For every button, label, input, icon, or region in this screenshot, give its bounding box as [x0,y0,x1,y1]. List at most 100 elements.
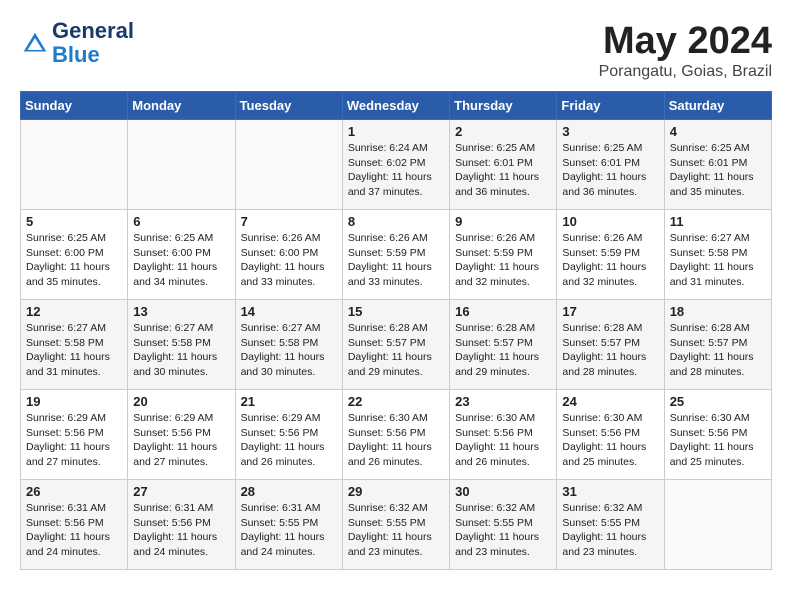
calendar-cell: 18 Sunrise: 6:28 AM Sunset: 5:57 PM Dayli… [664,300,771,390]
day-info: Sunrise: 6:28 AM Sunset: 5:57 PM Dayligh… [670,321,766,380]
day-info: Sunrise: 6:26 AM Sunset: 6:00 PM Dayligh… [241,231,337,290]
page-header: General Blue May 2024 Porangatu, Goias, … [20,20,772,81]
day-info: Sunrise: 6:32 AM Sunset: 5:55 PM Dayligh… [455,501,551,560]
day-info: Sunrise: 6:30 AM Sunset: 5:56 PM Dayligh… [455,411,551,470]
calendar-cell: 9Sunrise: 6:26 AM Sunset: 5:59 PM Daylig… [450,210,557,300]
day-number: 10 [562,214,658,229]
calendar-cell: 17 Sunrise: 6:28 AM Sunset: 5:57 PM Dayli… [557,300,664,390]
day-number: 20 [133,394,229,409]
calendar-cell: 10 Sunrise: 6:26 AM Sunset: 5:59 PM Dayli… [557,210,664,300]
day-info: Sunrise: 6:28 AM Sunset: 5:57 PM Dayligh… [562,321,658,380]
day-number: 28 [241,484,337,499]
day-info: Sunrise: 6:28 AM Sunset: 5:57 PM Dayligh… [455,321,551,380]
calendar-cell: 5 Sunrise: 6:25 AM Sunset: 6:00 PM Daylig… [21,210,128,300]
day-info: Sunrise: 6:26 AM Sunset: 5:59 PM Dayligh… [348,231,444,290]
calendar-cell: 1 Sunrise: 6:24 AM Sunset: 6:02 PM Daylig… [342,120,449,210]
day-number: 22 [348,394,444,409]
day-number: 18 [670,304,766,319]
day-number: 25 [670,394,766,409]
calendar-cell: 21Sunrise: 6:29 AM Sunset: 5:56 PM Dayli… [235,390,342,480]
day-number: 14 [241,304,337,319]
day-number: 2 [455,124,551,139]
calendar-table: SundayMondayTuesdayWednesdayThursdayFrid… [20,91,772,570]
day-number: 4 [670,124,766,139]
weekday-header-monday: Monday [128,92,235,120]
calendar-cell: 16Sunrise: 6:28 AM Sunset: 5:57 PM Dayli… [450,300,557,390]
day-info: Sunrise: 6:24 AM Sunset: 6:02 PM Dayligh… [348,141,444,200]
weekday-header-tuesday: Tuesday [235,92,342,120]
weekday-header-thursday: Thursday [450,92,557,120]
day-info: Sunrise: 6:25 AM Sunset: 6:01 PM Dayligh… [562,141,658,200]
calendar-cell [21,120,128,210]
week-row-2: 5 Sunrise: 6:25 AM Sunset: 6:00 PM Daylig… [21,210,772,300]
calendar-cell [664,480,771,570]
calendar-cell: 20 Sunrise: 6:29 AM Sunset: 5:56 PM Dayli… [128,390,235,480]
day-info: Sunrise: 6:27 AM Sunset: 5:58 PM Dayligh… [26,321,122,380]
day-info: Sunrise: 6:28 AM Sunset: 5:57 PM Dayligh… [348,321,444,380]
calendar-cell: 29 Sunrise: 6:32 AM Sunset: 5:55 PM Dayli… [342,480,449,570]
day-info: Sunrise: 6:27 AM Sunset: 5:58 PM Dayligh… [241,321,337,380]
calendar-cell: 19Sunrise: 6:29 AM Sunset: 5:56 PM Dayli… [21,390,128,480]
calendar-cell: 24 Sunrise: 6:30 AM Sunset: 5:56 PM Dayli… [557,390,664,480]
calendar-cell [235,120,342,210]
day-info: Sunrise: 6:25 AM Sunset: 6:01 PM Dayligh… [670,141,766,200]
calendar-cell: 25Sunrise: 6:30 AM Sunset: 5:56 PM Dayli… [664,390,771,480]
day-number: 1 [348,124,444,139]
day-number: 21 [241,394,337,409]
calendar-cell: 11Sunrise: 6:27 AM Sunset: 5:58 PM Dayli… [664,210,771,300]
day-number: 27 [133,484,229,499]
weekday-header-saturday: Saturday [664,92,771,120]
calendar-cell: 23 Sunrise: 6:30 AM Sunset: 5:56 PM Dayli… [450,390,557,480]
calendar-cell: 26Sunrise: 6:31 AM Sunset: 5:56 PM Dayli… [21,480,128,570]
week-row-3: 12 Sunrise: 6:27 AM Sunset: 5:58 PM Dayli… [21,300,772,390]
calendar-cell: 30Sunrise: 6:32 AM Sunset: 5:55 PM Dayli… [450,480,557,570]
calendar-cell: 8 Sunrise: 6:26 AM Sunset: 5:59 PM Daylig… [342,210,449,300]
day-number: 15 [348,304,444,319]
day-number: 17 [562,304,658,319]
day-info: Sunrise: 6:25 AM Sunset: 6:00 PM Dayligh… [26,231,122,290]
day-number: 9 [455,214,551,229]
day-number: 29 [348,484,444,499]
day-info: Sunrise: 6:26 AM Sunset: 5:59 PM Dayligh… [562,231,658,290]
logo: General Blue [20,20,134,68]
day-number: 6 [133,214,229,229]
day-info: Sunrise: 6:30 AM Sunset: 5:56 PM Dayligh… [562,411,658,470]
day-number: 8 [348,214,444,229]
calendar-cell: 2 Sunrise: 6:25 AM Sunset: 6:01 PM Daylig… [450,120,557,210]
calendar-cell: 31 Sunrise: 6:32 AM Sunset: 5:55 PM Dayli… [557,480,664,570]
calendar-cell: 28Sunrise: 6:31 AM Sunset: 5:55 PM Dayli… [235,480,342,570]
title-area: May 2024 Porangatu, Goias, Brazil [599,20,772,81]
day-number: 24 [562,394,658,409]
day-number: 5 [26,214,122,229]
day-number: 13 [133,304,229,319]
calendar-cell: 15 Sunrise: 6:28 AM Sunset: 5:57 PM Dayli… [342,300,449,390]
day-number: 12 [26,304,122,319]
day-number: 7 [241,214,337,229]
calendar-cell: 27 Sunrise: 6:31 AM Sunset: 5:56 PM Dayli… [128,480,235,570]
day-number: 23 [455,394,551,409]
calendar-cell: 7 Sunrise: 6:26 AM Sunset: 6:00 PM Daylig… [235,210,342,300]
day-info: Sunrise: 6:32 AM Sunset: 5:55 PM Dayligh… [562,501,658,560]
day-number: 11 [670,214,766,229]
month-title: May 2024 [599,20,772,63]
logo-general: General [52,20,134,42]
week-row-4: 19 Sunrise: 6:29 AM Sunset: 5:56 PM Dayli… [21,390,772,480]
day-info: Sunrise: 6:31 AM Sunset: 5:56 PM Dayligh… [133,501,229,560]
calendar-cell: 22Sunrise: 6:30 AM Sunset: 5:56 PM Dayli… [342,390,449,480]
calendar-cell: 14 Sunrise: 6:27 AM Sunset: 5:58 PM Dayli… [235,300,342,390]
location: Porangatu, Goias, Brazil [599,63,772,81]
day-info: Sunrise: 6:27 AM Sunset: 5:58 PM Dayligh… [133,321,229,380]
day-number: 19 [26,394,122,409]
logo-blue: Blue [52,42,100,68]
calendar-cell: 12 Sunrise: 6:27 AM Sunset: 5:58 PM Dayli… [21,300,128,390]
day-info: Sunrise: 6:32 AM Sunset: 5:55 PM Dayligh… [348,501,444,560]
week-row-1: 1 Sunrise: 6:24 AM Sunset: 6:02 PM Daylig… [21,120,772,210]
day-number: 31 [562,484,658,499]
day-info: Sunrise: 6:31 AM Sunset: 5:56 PM Dayligh… [26,501,122,560]
day-info: Sunrise: 6:29 AM Sunset: 5:56 PM Dayligh… [133,411,229,470]
week-row-5: 26Sunrise: 6:31 AM Sunset: 5:56 PM Dayli… [21,480,772,570]
day-info: Sunrise: 6:25 AM Sunset: 6:01 PM Dayligh… [455,141,551,200]
day-number: 3 [562,124,658,139]
logo-icon [20,29,50,59]
calendar-cell [128,120,235,210]
